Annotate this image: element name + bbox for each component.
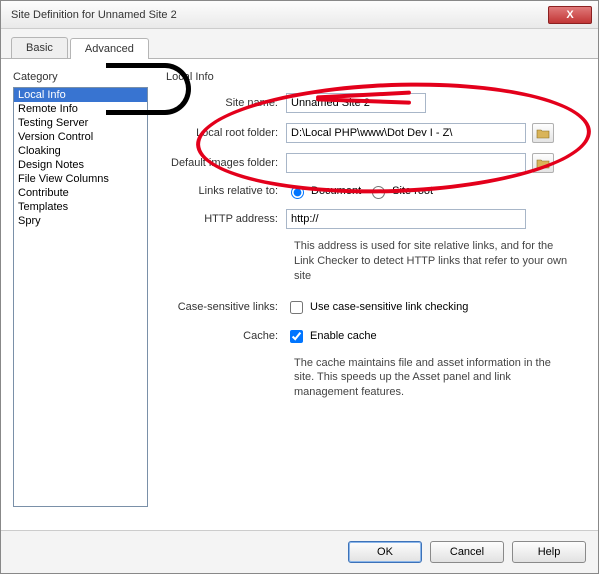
http-address-label: HTTP address: — [166, 213, 286, 225]
tab-basic[interactable]: Basic — [11, 37, 68, 58]
tab-advanced[interactable]: Advanced — [70, 38, 149, 59]
panel-title: Local Info — [166, 71, 586, 83]
category-header: Category — [13, 71, 148, 83]
links-radio-document[interactable]: Document — [286, 183, 361, 199]
form-panel: Local Info Site name: Local root folder:… — [166, 71, 586, 507]
cache-checkbox[interactable]: Enable cache — [286, 327, 377, 346]
local-root-label: Local root folder: — [166, 127, 286, 139]
row-links-relative: Links relative to: Document Site root — [166, 183, 586, 199]
cancel-button[interactable]: Cancel — [430, 541, 504, 563]
links-radio-document-label: Document — [311, 185, 361, 197]
row-cache: Cache: Enable cache — [166, 327, 586, 346]
row-local-root: Local root folder: — [166, 123, 586, 143]
local-root-input[interactable] — [286, 123, 526, 143]
row-site-name: Site name: — [166, 93, 586, 113]
tab-bar: Basic Advanced — [1, 29, 598, 59]
titlebar: Site Definition for Unnamed Site 2 X — [1, 1, 598, 29]
default-images-label: Default images folder: — [166, 157, 286, 169]
category-item-local-info[interactable]: Local Info — [14, 88, 147, 102]
button-bar: OK Cancel Help — [1, 530, 598, 573]
case-sensitive-label: Case-sensitive links: — [166, 301, 286, 313]
case-sensitive-checkbox[interactable]: Use case-sensitive link checking — [286, 298, 468, 317]
case-sensitive-checkbox-input[interactable] — [290, 301, 303, 314]
links-radio-site-root-input[interactable] — [372, 186, 385, 199]
default-images-browse-button[interactable] — [532, 153, 554, 173]
local-root-browse-button[interactable] — [532, 123, 554, 143]
help-button[interactable]: Help — [512, 541, 586, 563]
ok-button[interactable]: OK — [348, 541, 422, 563]
cache-hint: The cache maintains file and asset infor… — [294, 356, 574, 401]
row-case-sensitive: Case-sensitive links: Use case-sensitive… — [166, 298, 586, 317]
folder-icon — [536, 128, 550, 139]
close-icon: X — [566, 9, 573, 21]
links-radio-site-root[interactable]: Site root — [367, 183, 433, 199]
cache-checkbox-input[interactable] — [290, 330, 303, 343]
category-item-version-control[interactable]: Version Control — [14, 130, 147, 144]
cache-checkbox-label: Enable cache — [310, 330, 377, 342]
http-address-input[interactable] — [286, 209, 526, 229]
row-default-images: Default images folder: — [166, 153, 586, 173]
case-sensitive-checkbox-label: Use case-sensitive link checking — [310, 301, 468, 313]
cache-label: Cache: — [166, 330, 286, 342]
close-button[interactable]: X — [548, 6, 592, 24]
category-item-file-view-columns[interactable]: File View Columns — [14, 172, 147, 186]
site-name-input[interactable] — [286, 93, 426, 113]
category-item-cloaking[interactable]: Cloaking — [14, 144, 147, 158]
category-item-design-notes[interactable]: Design Notes — [14, 158, 147, 172]
category-item-templates[interactable]: Templates — [14, 200, 147, 214]
category-item-testing-server[interactable]: Testing Server — [14, 116, 147, 130]
category-item-contribute[interactable]: Contribute — [14, 186, 147, 200]
category-column: Category Local Info Remote Info Testing … — [13, 71, 148, 507]
http-address-hint: This address is used for site relative l… — [294, 239, 574, 284]
window-title: Site Definition for Unnamed Site 2 — [11, 9, 548, 21]
site-name-label: Site name: — [166, 97, 286, 109]
default-images-input[interactable] — [286, 153, 526, 173]
links-radio-document-input[interactable] — [291, 186, 304, 199]
links-radio-site-root-label: Site root — [392, 185, 433, 197]
links-relative-label: Links relative to: — [166, 185, 286, 197]
row-http-address: HTTP address: — [166, 209, 586, 229]
category-list[interactable]: Local Info Remote Info Testing Server Ve… — [13, 87, 148, 507]
content-area: Category Local Info Remote Info Testing … — [1, 59, 598, 519]
category-item-remote-info[interactable]: Remote Info — [14, 102, 147, 116]
category-item-spry[interactable]: Spry — [14, 214, 147, 228]
dialog-window: Site Definition for Unnamed Site 2 X Bas… — [0, 0, 599, 574]
folder-icon — [536, 158, 550, 169]
